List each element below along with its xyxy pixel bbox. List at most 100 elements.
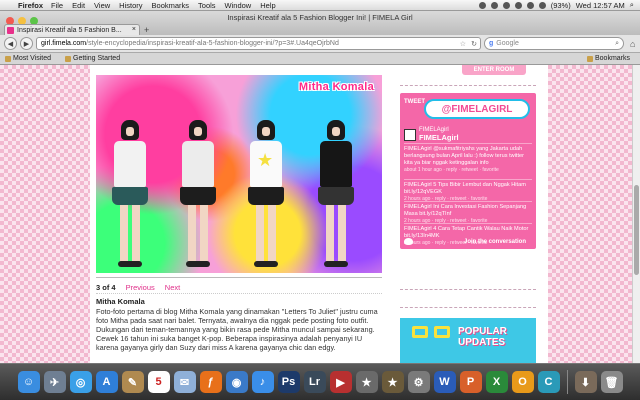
url-bar[interactable]: girl.fimela.com /style-encyclopedia/insp… — [36, 37, 481, 50]
article-body: Foto-foto pertama di blog Mitha Komala y… — [96, 307, 378, 352]
home-icon[interactable]: ⌂ — [630, 39, 635, 49]
communicator-icon[interactable]: C — [537, 371, 560, 393]
dropbox-icon[interactable] — [478, 1, 486, 9]
close-tab-icon[interactable]: × — [132, 26, 136, 33]
twitter-profile[interactable]: FIMELAgirl FIMELAgirl — [404, 127, 459, 143]
wifi-icon[interactable] — [514, 1, 522, 9]
calendar-icon[interactable]: 5 — [147, 371, 170, 393]
new-tab-button[interactable]: + — [144, 25, 149, 35]
bookmark-getting-started[interactable]: Getting Started — [65, 55, 120, 62]
trash-icon[interactable]: 🗑 — [600, 371, 623, 393]
photos-icon[interactable]: ★ — [355, 371, 378, 393]
status-area: (93%) Wed 12:57 AM ⌕ — [478, 0, 640, 10]
menu-file[interactable]: File — [51, 1, 63, 10]
preview-icon[interactable]: ✎ — [121, 371, 144, 393]
bookmark-most-visited[interactable]: Most Visited — [5, 55, 51, 62]
system-preferences-icon[interactable]: ⚙ — [407, 371, 430, 393]
pagination: 3 of 4 Previous Next — [96, 283, 180, 292]
bookmark-label: Most Visited — [13, 55, 51, 62]
photoshop-icon[interactable]: Ps — [277, 371, 300, 393]
volume-icon[interactable] — [526, 1, 534, 9]
tweet-text: FIMELAgirl 5 Tips Bibir Lembut dan Nggak… — [404, 182, 526, 195]
model-figure — [244, 120, 288, 267]
menu-edit[interactable]: Edit — [72, 1, 85, 10]
network-icon[interactable]: ◉ — [225, 371, 248, 393]
battery-icon[interactable] — [538, 1, 546, 9]
page-viewport: Mitha Komala 3 of 4 Previous Next Mitha … — [0, 65, 632, 363]
google-icon[interactable]: g — [489, 40, 493, 47]
divider — [96, 277, 382, 278]
enter-room-button[interactable]: ENTER ROOM — [462, 65, 526, 75]
menu-view[interactable]: View — [94, 1, 110, 10]
powerpoint-icon[interactable]: P — [459, 371, 482, 393]
word-icon[interactable]: W — [433, 371, 456, 393]
window-title: Inspirasi Kreatif ala 5 Fashion Blogger … — [227, 13, 413, 22]
safari-icon[interactable]: ◎ — [69, 371, 92, 393]
model-figure — [314, 120, 358, 267]
popular-updates-banner[interactable]: POPULAR UPDATES — [400, 318, 536, 363]
firefox-bookmark-icon — [65, 55, 71, 62]
dock-separator — [566, 370, 568, 394]
menu-bar: Firefox File Edit View History Bookmarks… — [0, 0, 640, 11]
downloads-icon[interactable]: ⬇ — [574, 371, 597, 393]
menu-window[interactable]: Window — [225, 1, 252, 10]
itunes-icon[interactable]: ♪ — [251, 371, 274, 393]
imovie-icon[interactable]: ★ — [381, 371, 404, 393]
divider — [96, 293, 382, 294]
tab-label: Inspirasi Kreatif ala 5 Fashion B... — [17, 26, 122, 34]
reload-icon[interactable]: ↻ — [471, 40, 477, 48]
photo-caption: Mitha Komala — [298, 81, 374, 93]
timemachine-icon[interactable] — [490, 1, 498, 9]
clock[interactable]: Wed 12:57 AM — [576, 1, 625, 10]
outlook-icon[interactable]: O — [511, 371, 534, 393]
firefox-icon[interactable]: ƒ — [199, 371, 222, 393]
launchpad-icon[interactable]: ✈ — [43, 371, 66, 393]
menu-help[interactable]: Help — [260, 1, 275, 10]
menu-bookmarks[interactable]: Bookmarks — [152, 1, 190, 10]
bookmarks-icon — [586, 55, 593, 62]
previous-link[interactable]: Previous — [126, 283, 155, 292]
article-photo: Mitha Komala — [96, 75, 382, 273]
media-icon[interactable]: ▶ — [329, 371, 352, 393]
article-heading: Mitha Komala — [96, 297, 145, 306]
mail-icon[interactable]: ✉ — [173, 371, 196, 393]
tweet-text: FIMELAgirl @sukmafitriyahs yang Jakarta … — [404, 146, 525, 166]
navigation-toolbar: ◀ ▶ girl.fimela.com /style-encyclopedia/… — [0, 35, 640, 53]
scrollbar-thumb[interactable] — [634, 185, 639, 275]
bookmarks-menu-button[interactable]: Bookmarks — [586, 55, 640, 62]
url-domain: girl.fimela.com — [41, 40, 87, 47]
page-scrollbar[interactable] — [632, 65, 640, 363]
folder-icon — [5, 55, 11, 62]
excel-icon[interactable]: X — [485, 371, 508, 393]
app-store-icon[interactable]: A — [95, 371, 118, 393]
tweet-meta[interactable]: about 1 hour ago · reply · retweet · fav… — [404, 167, 499, 173]
search-icon[interactable]: ⌕ — [615, 40, 619, 48]
twitter-bird-icon — [404, 238, 413, 245]
twitter-handle-badge[interactable]: @FIMELAGIRL — [424, 99, 530, 119]
spotlight-icon[interactable]: ⌕ — [630, 0, 634, 10]
forward-button[interactable]: ▶ — [20, 37, 33, 50]
bluetooth-icon[interactable] — [502, 1, 510, 9]
glasses-icon — [412, 326, 452, 342]
lightroom-icon[interactable]: Lr — [303, 371, 326, 393]
search-placeholder: Google — [496, 40, 519, 47]
menu-history[interactable]: History — [119, 1, 142, 10]
search-input[interactable]: g Google ⌕ — [484, 37, 624, 50]
twitter-footer: Join the conversation — [404, 238, 532, 245]
next-link[interactable]: Next — [165, 283, 180, 292]
profile-name: FIMELAgirl — [419, 133, 459, 142]
avatar[interactable] — [404, 129, 416, 141]
bookmark-label: Getting Started — [73, 55, 121, 62]
bookmarks-toolbar: Most Visited Getting Started Bookmarks — [0, 53, 640, 65]
finder-icon[interactable]: ☺ — [17, 371, 40, 393]
menu-tools[interactable]: Tools — [198, 1, 216, 10]
join-conversation-link[interactable]: Join the conversation — [464, 239, 532, 245]
back-button[interactable]: ◀ — [4, 37, 17, 50]
divider — [400, 289, 536, 290]
bookmark-star-icon[interactable]: ☆ — [460, 40, 466, 48]
tweet-item: FIMELAgirl 5 Tips Bibir Lembut dan Nggak… — [404, 179, 532, 203]
tab-active[interactable]: Inspirasi Kreatif ala 5 Fashion B... × — [4, 24, 140, 35]
tweet-item: FIMELAgirl Ini Cara Investasi Fashion Se… — [404, 201, 532, 225]
twitter-widget: TWEET @FIMELAGIRL FIMELAgirl FIMELAgirl … — [400, 93, 536, 249]
menu-app-firefox[interactable]: Firefox — [18, 1, 43, 10]
